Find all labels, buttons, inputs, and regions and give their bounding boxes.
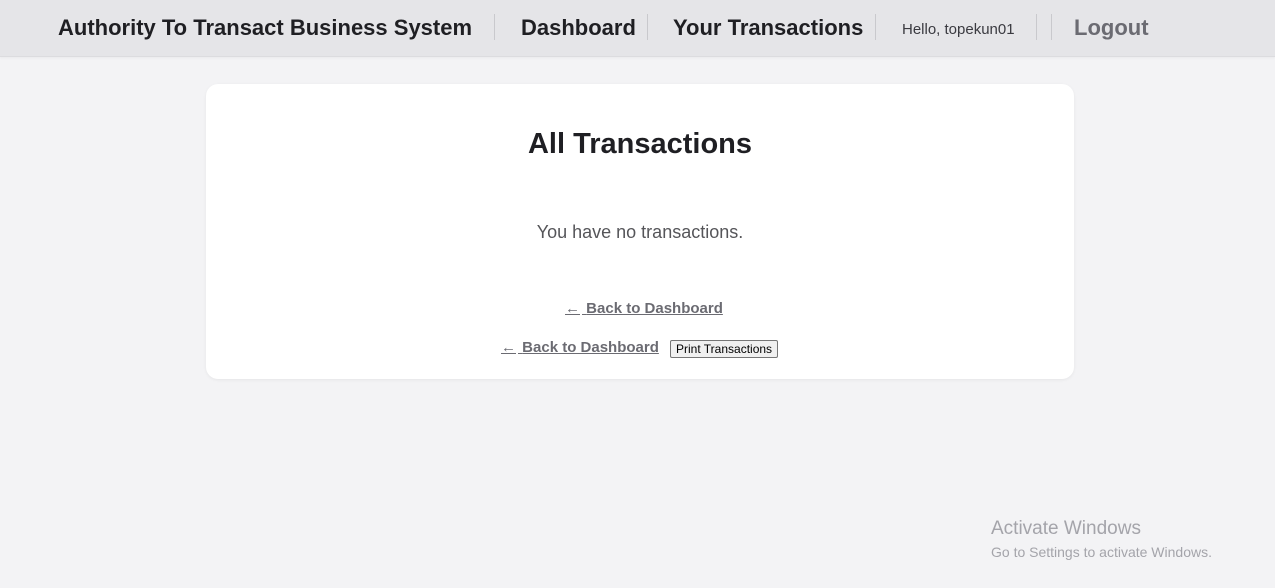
watermark-title: Activate Windows [991, 518, 1141, 539]
page-title: All Transactions [527, 128, 752, 160]
left-arrow-icon: ← [565, 300, 580, 317]
left-arrow-icon: ← [501, 339, 516, 356]
nav-dashboard-link[interactable]: Dashboard [521, 0, 636, 56]
nav-divider [647, 14, 648, 40]
transactions-card: All Transactions You have no transaction… [206, 84, 1074, 379]
back-to-dashboard-link[interactable]: ← Back to Dashboard [565, 300, 723, 317]
back-to-dashboard-link[interactable]: ← Back to Dashboard [501, 339, 659, 356]
nav-divider [1051, 14, 1052, 40]
nav-divider [494, 14, 495, 40]
nav-transactions-link[interactable]: Your Transactions [673, 0, 863, 56]
back-link-label: Back to Dashboard [586, 300, 723, 317]
nav-divider [1036, 14, 1037, 40]
logout-link[interactable]: Logout [1074, 0, 1149, 56]
windows-activation-watermark: Activate Windows Go to Settings to activ… [991, 518, 1212, 562]
empty-state-message: You have no transactions. [536, 222, 744, 242]
watermark-subtitle: Go to Settings to activate Windows. [991, 544, 1212, 560]
nav-divider [875, 14, 876, 40]
user-greeting: Hello, topekun01 [902, 21, 1015, 38]
top-navbar: Authority To Transact Business System Da… [0, 0, 1275, 57]
print-transactions-button[interactable]: Print Transactions [670, 340, 779, 358]
brand-link[interactable]: Authority To Transact Business System [58, 0, 472, 56]
back-link-label: Back to Dashboard [522, 339, 659, 356]
